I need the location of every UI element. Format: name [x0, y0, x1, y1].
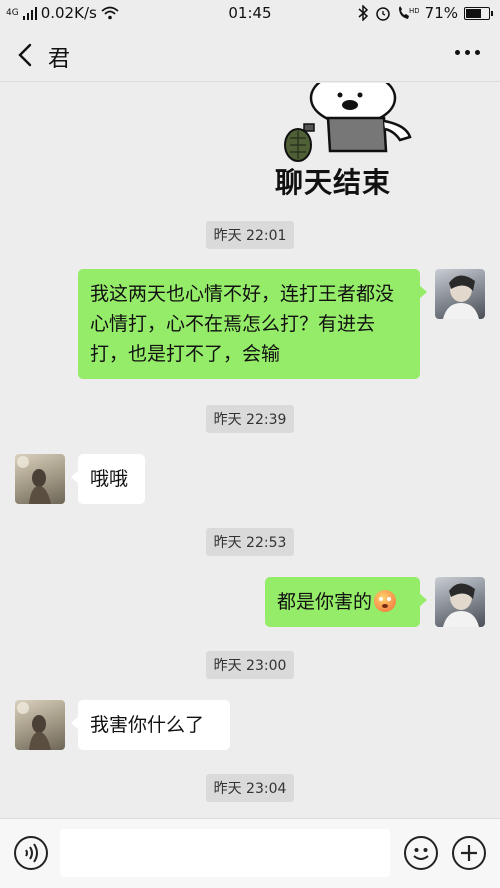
battery-icon	[464, 6, 493, 20]
bluetooth-icon	[358, 5, 368, 21]
contact-avatar[interactable]	[15, 454, 65, 504]
timestamp: 昨天 22:01	[0, 221, 500, 249]
more-functions-button[interactable]	[452, 836, 486, 870]
contact-avatar[interactable]	[15, 700, 65, 750]
message-text: 我这两天也心情不好，连打王者都没心情打，心不在焉怎么打？有进去打，也是打不了，会…	[90, 283, 395, 365]
person-photo-icon	[443, 583, 479, 627]
chat-header: 君	[0, 28, 500, 82]
sent-message-bubble[interactable]: 都是你害的	[265, 577, 427, 627]
svg-text:HD: HD	[409, 7, 419, 15]
timestamp: 昨天 23:00	[0, 651, 500, 679]
alarm-icon	[375, 7, 390, 21]
message-list[interactable]: 聊天结束 昨天 22:01 我这两天也心情不好，连打王者都没心情打，心不在焉怎么…	[0, 83, 500, 818]
status-bar: 4G 0.02K/s 01:45 HD 71%	[0, 0, 500, 28]
person-photo-icon	[17, 702, 51, 750]
message-input[interactable]	[60, 829, 390, 877]
timestamp: 昨天 22:39	[0, 405, 500, 433]
voice-icon	[25, 843, 38, 863]
input-bar	[0, 818, 500, 888]
timestamp: 昨天 23:04	[0, 774, 500, 802]
timestamp: 昨天 22:53	[0, 528, 500, 556]
my-avatar[interactable]	[435, 269, 485, 319]
smiley-icon	[413, 848, 429, 860]
more-options-button[interactable]	[455, 50, 480, 55]
chevron-left-icon	[18, 43, 32, 67]
my-avatar[interactable]	[435, 577, 485, 627]
received-message-bubble[interactable]: 我害你什么了	[71, 700, 230, 750]
emoji-button[interactable]	[404, 836, 438, 870]
sticker-figure-icon	[284, 83, 412, 162]
sent-message-bubble[interactable]: 我这两天也心情不好，连打王者都没心情打，心不在焉怎么打？有进去打，也是打不了，会…	[78, 269, 427, 379]
chat-title: 君	[48, 47, 71, 72]
hd-call-icon: HD	[398, 6, 419, 19]
voice-input-button[interactable]	[14, 836, 48, 870]
back-button[interactable]	[12, 38, 42, 72]
person-photo-icon	[443, 275, 479, 319]
sticker-caption: 聊天结束	[275, 166, 392, 199]
flushed-face-icon	[374, 590, 397, 612]
person-photo-icon	[17, 456, 51, 504]
message-text: 我害你什么了	[90, 714, 205, 736]
plus-icon	[461, 845, 477, 861]
clock: 01:45	[228, 4, 272, 22]
battery-percent: 71%	[424, 4, 458, 22]
received-message-bubble[interactable]: 哦哦	[71, 454, 145, 504]
message-text: 哦哦	[90, 468, 129, 490]
message-text: 都是你害的	[277, 591, 373, 613]
